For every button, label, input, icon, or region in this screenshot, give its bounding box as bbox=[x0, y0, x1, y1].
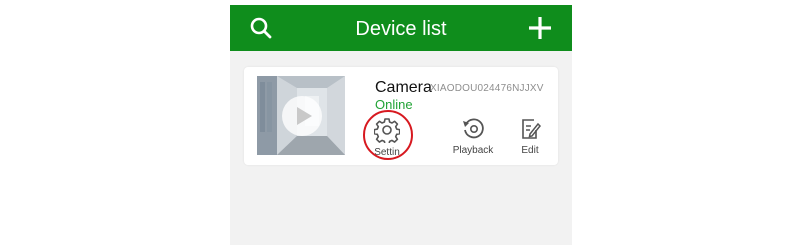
playback-icon bbox=[463, 118, 484, 139]
playback-label: Playback bbox=[452, 145, 494, 156]
plus-icon[interactable] bbox=[528, 16, 552, 40]
settings-label: Settin bbox=[374, 147, 400, 158]
edit-icon bbox=[522, 119, 542, 139]
device-name: Camera bbox=[375, 79, 432, 96]
device-status: Online bbox=[375, 97, 413, 112]
app-header: Device list bbox=[230, 5, 572, 51]
playback-button[interactable]: Playback bbox=[444, 117, 502, 156]
page-title: Device list bbox=[355, 18, 447, 40]
edit-label: Edit bbox=[521, 145, 539, 156]
edit-button[interactable]: Edit bbox=[501, 117, 559, 156]
camera-thumbnail[interactable] bbox=[257, 76, 345, 155]
device-serial: XIAODOU024476NJJXV bbox=[430, 83, 544, 94]
phone-screen: Device list Camera XIAODOU024476NJJXV On… bbox=[230, 5, 572, 245]
device-card[interactable]: Camera XIAODOU024476NJJXV Online Settin … bbox=[244, 67, 558, 165]
gear-icon bbox=[374, 118, 400, 143]
play-icon[interactable] bbox=[281, 95, 323, 137]
settings-button[interactable]: Settin bbox=[358, 117, 416, 158]
